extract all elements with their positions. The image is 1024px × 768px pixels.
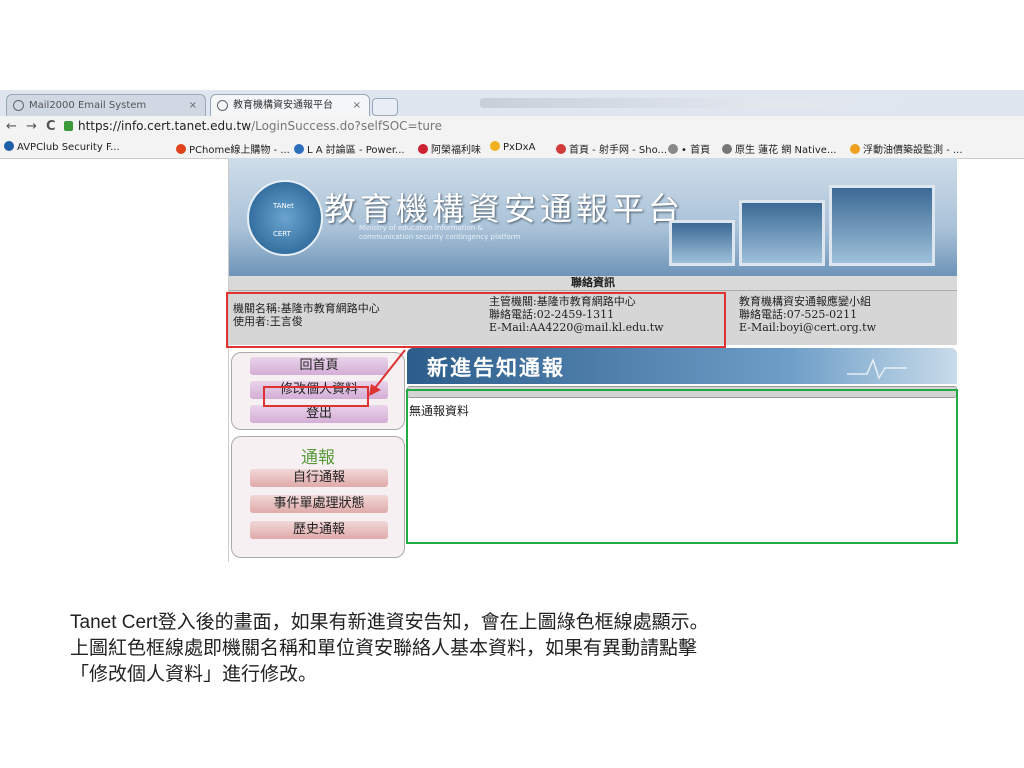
bookmark-item[interactable]: L A 討論區 - Power... [294,141,405,156]
content-header: 新進告知通報 [407,348,957,384]
bookmark-item[interactable]: PxDxA [490,141,535,153]
bookmark-label: L A 討論區 - Power... [307,145,405,156]
globe-icon [217,100,228,111]
lock-icon [64,121,73,131]
url-field[interactable]: https://info.cert.tanet.edu.tw/LoginSucc… [78,119,442,133]
bookmark-icon [294,144,304,154]
bookmark-icon [668,144,678,154]
back-button[interactable]: ← [6,119,17,134]
tab-mail2000[interactable]: Mail2000 Email System × [6,94,206,116]
address-bar-row: ← → C https://info.cert.tanet.edu.tw/Log… [0,116,1024,139]
bookmark-item[interactable]: • 首頁 [668,141,710,156]
pulse-icon [847,357,907,380]
tab-label: Mail2000 Email System [29,100,147,111]
bookmark-label: 首頁 - 射手网 - Sho... [569,145,668,156]
bookmark-label: PChome線上購物 - ... [189,145,290,156]
tab-bar: Mail2000 Email System × 教育機構資安通報平台 × [0,90,1024,116]
url-host: https://info.cert.tanet.edu.tw [78,119,252,133]
bookmark-icon [556,144,566,154]
new-tab-button[interactable] [372,98,398,116]
bookmark-item[interactable]: 首頁 - 射手网 - Sho... [556,141,667,156]
bookmark-icon [4,141,14,151]
bookmark-icon [722,144,732,154]
bookmark-item[interactable]: 阿榮福利味 [418,141,481,156]
window-title-blurred [480,98,960,108]
caption-line: 「修改個人資料」進行修改。 [70,664,318,685]
bookmark-icon [418,144,428,154]
bookmark-item[interactable]: AVPClub Security F... [4,141,120,153]
content-title: 新進告知通報 [427,355,565,380]
bookmark-label: 阿榮福利味 [431,145,481,156]
bookmark-label: 浮動油價築設監測 - ... [863,145,963,156]
cert-page: TANet CERT 教育機構資安通報平台 Ministry of educat… [226,158,958,562]
forward-button[interactable]: → [26,119,37,134]
browser-window: Mail2000 Email System × 教育機構資安通報平台 × ← →… [0,90,1024,562]
bookmark-item[interactable]: 浮動油價築設監測 - ... [850,141,963,156]
bookmark-label: 原生 蓮花 網 Native... [735,145,837,156]
tab-cert-platform[interactable]: 教育機構資安通報平台 × [210,94,370,116]
tab-label: 教育機構資安通報平台 [233,100,333,111]
highlight-box-green-notices [406,389,958,544]
url-path: /LoginSuccess.do?selfSOC=ture [251,119,442,133]
globe-icon [13,100,24,111]
reload-button[interactable]: C [46,119,56,134]
close-icon[interactable]: × [353,95,361,117]
bookmark-label: PxDxA [503,142,536,153]
caption-line: Tanet Cert登入後的畫面，如果有新進資安告知，會在上圖綠色框線處顯示。 [70,612,709,633]
bookmark-label: • 首頁 [681,145,711,156]
slide-caption: Tanet Cert登入後的畫面，如果有新進資安告知，會在上圖綠色框線處顯示。 … [70,610,970,688]
bookmark-icon [176,144,186,154]
bookmark-icon [850,144,860,154]
bookmarks-bar: AVPClub Security F... PChome線上購物 - ... L… [0,138,1024,159]
close-icon[interactable]: × [189,95,197,117]
caption-line: 上圖紅色框線處即機關名稱和單位資安聯絡人基本資料，如果有異動請點擊 [70,638,698,659]
bookmark-icon [490,141,500,151]
bookmark-item[interactable]: 原生 蓮花 網 Native... [722,141,836,156]
bookmark-item[interactable]: PChome線上購物 - ... [176,141,290,156]
bookmark-label: AVPClub Security F... [17,142,120,153]
